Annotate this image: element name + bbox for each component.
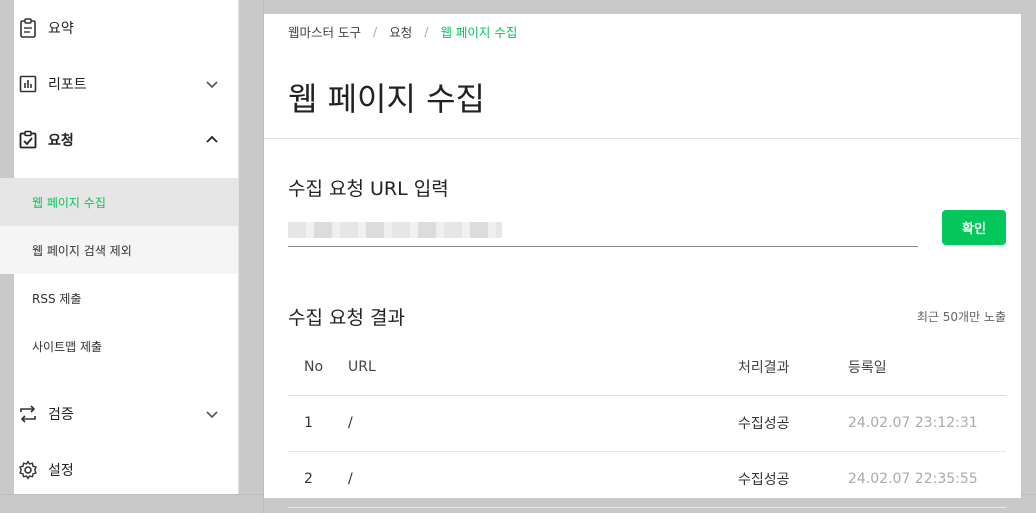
column-header-url: URL <box>348 339 738 396</box>
row-no: 2 <box>288 451 348 508</box>
repeat-icon <box>18 404 38 424</box>
chevron-up-icon <box>206 135 218 143</box>
sidebar-item-summary[interactable]: 요약 <box>14 0 238 56</box>
chevron-down-icon <box>206 81 218 89</box>
row-date: 24.02.07 23:12:31 <box>848 395 1006 452</box>
confirm-button[interactable]: 확인 <box>942 210 1006 245</box>
sidebar-item-report[interactable]: 리포트 <box>14 56 238 112</box>
bar-chart-icon <box>18 74 38 94</box>
divider <box>264 138 1021 139</box>
sidebar-item-label: 검증 <box>48 407 74 423</box>
sidebar-item-label: 요청 <box>48 133 74 149</box>
clipboard-icon <box>18 18 38 38</box>
breadcrumb-item[interactable]: 요청 <box>389 22 412 41</box>
results-table: No URL 처리결과 등록일 1 / 수집성공 24.02.07 23:12:… <box>288 339 1006 508</box>
row-result: 수집성공 <box>738 451 848 508</box>
table-row: 2 / 수집성공 24.02.07 22:35:55 <box>288 451 1006 508</box>
sidebar: 요약 리포트 요청 웹 페이지 수집 웹 페이지 검색 제외 RSS 제출 사이… <box>0 0 239 494</box>
chevron-down-icon <box>206 411 218 419</box>
results-note: 최근 50개만 노출 <box>916 310 1006 324</box>
row-no: 1 <box>288 395 348 452</box>
row-date: 24.02.07 22:35:55 <box>848 451 1006 508</box>
checklist-icon <box>18 130 38 150</box>
sidebar-item-label: 설정 <box>48 463 74 479</box>
sidebar-subitem-rss[interactable]: RSS 제출 <box>14 274 238 322</box>
gear-icon <box>18 460 38 480</box>
breadcrumb-current: 웹 페이지 수집 <box>440 25 518 40</box>
column-header-result: 처리결과 <box>738 339 848 396</box>
row-result: 수집성공 <box>738 395 848 452</box>
sidebar-item-settings[interactable]: 설정 <box>14 442 238 498</box>
results-section-title: 수집 요청 결과 <box>288 307 405 329</box>
request-section-title: 수집 요청 URL 입력 <box>288 178 449 200</box>
page-title: 웹 페이지 수집 <box>288 80 485 118</box>
table-header-row: No URL 처리결과 등록일 <box>288 339 1006 396</box>
table-row: 1 / 수집성공 24.02.07 23:12:31 <box>288 395 1006 452</box>
breadcrumb-separator: / <box>372 24 378 39</box>
breadcrumb: 웹마스터 도구 / 요청 / 웹 페이지 수집 <box>288 22 517 41</box>
row-url[interactable]: / <box>348 451 738 508</box>
blurred-url-text <box>288 222 502 238</box>
sidebar-item-request[interactable]: 요청 <box>14 112 238 168</box>
sidebar-subitem-sitemap[interactable]: 사이트맵 제출 <box>14 322 238 370</box>
column-header-date: 등록일 <box>848 339 1006 396</box>
sidebar-item-label: 요약 <box>48 21 74 37</box>
sidebar-subitem-web-page-exclude[interactable]: 웹 페이지 검색 제외 <box>0 226 238 274</box>
column-header-no: No <box>288 339 348 396</box>
breadcrumb-separator: / <box>424 24 429 39</box>
sidebar-item-verify[interactable]: 검증 <box>14 386 238 442</box>
row-url[interactable]: / <box>348 395 738 452</box>
breadcrumb-item[interactable]: 웹마스터 도구 <box>288 22 361 41</box>
main-panel: 웹마스터 도구 / 요청 / 웹 페이지 수집 웹 페이지 수집 수집 요청 U… <box>264 14 1021 508</box>
sidebar-subitem-web-page-collect[interactable]: 웹 페이지 수집 <box>0 178 238 226</box>
sidebar-item-label: 리포트 <box>48 77 87 93</box>
